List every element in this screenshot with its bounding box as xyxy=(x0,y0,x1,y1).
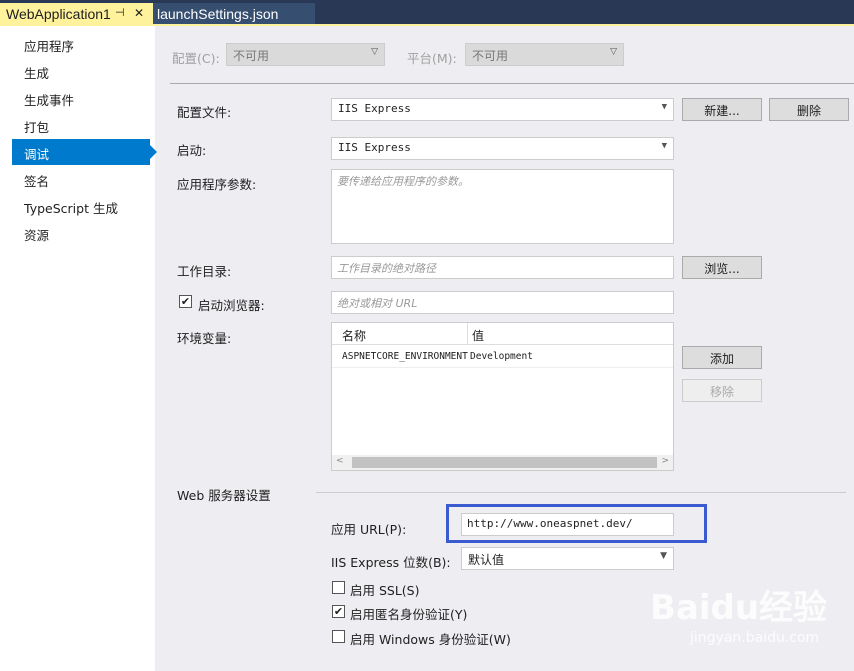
launch-browser-label: 启动浏览器: xyxy=(198,298,265,313)
args-label: 应用程序参数: xyxy=(177,177,257,192)
add-env-button[interactable]: 添加 xyxy=(682,346,762,369)
launch-label: 启动: xyxy=(177,143,207,158)
ssl-label: 启用 SSL(S) xyxy=(350,583,420,598)
profile-label: 配置文件: xyxy=(177,105,232,120)
tab-launchsettings[interactable]: launchSettings.json xyxy=(153,3,315,25)
sidebar-item-package[interactable]: 打包 xyxy=(12,112,150,138)
config-value: 不可用 xyxy=(233,49,270,63)
anon-auth-checkbox[interactable]: ✔ xyxy=(332,605,345,618)
cell-value: Development xyxy=(470,351,533,362)
config-label: 配置(C): xyxy=(172,51,220,66)
profile-select[interactable]: IIS Express ▼ xyxy=(331,98,674,121)
table-header: 名称 值 xyxy=(332,323,673,345)
sidebar-item-signing[interactable]: 签名 xyxy=(12,166,150,192)
web-section-title: Web 服务器设置 xyxy=(177,488,271,503)
section-divider xyxy=(316,492,846,493)
chevron-down-icon: ▼ xyxy=(661,102,667,112)
horizontal-scrollbar[interactable]: < > xyxy=(332,455,673,470)
profile-value: IIS Express xyxy=(338,102,411,115)
ssl-checkbox[interactable] xyxy=(332,581,345,594)
watermark-url: jingyan.baidu.com xyxy=(690,630,820,646)
chevron-down-icon: ▽ xyxy=(610,47,617,57)
env-label: 环境变量: xyxy=(177,331,232,346)
sidebar-item-debug[interactable]: 调试 xyxy=(12,139,157,165)
launch-browser-checkbox[interactable]: ✔ xyxy=(179,295,192,308)
bits-value: 默认值 xyxy=(468,553,505,567)
browse-button[interactable]: 浏览... xyxy=(682,256,762,279)
launch-value: IIS Express xyxy=(338,141,411,154)
tab-webapplication1[interactable]: WebApplication1 ⊣ ✕ xyxy=(0,3,153,25)
sidebar-item-resources[interactable]: 资源 xyxy=(12,220,150,246)
windows-auth-checkbox[interactable] xyxy=(332,630,345,643)
app-url-input[interactable]: http://www.oneaspnet.dev/ xyxy=(461,513,674,536)
launch-select[interactable]: IIS Express ▼ xyxy=(331,137,674,160)
divider xyxy=(170,83,854,84)
sidebar: 应用程序 生成 生成事件 打包 调试 签名 TypeScript 生成 资源 xyxy=(0,26,157,671)
platform-select: 不可用 ▽ xyxy=(465,43,624,66)
sidebar-item-typescript[interactable]: TypeScript 生成 xyxy=(12,193,150,219)
delete-profile-button[interactable]: 删除 xyxy=(769,98,849,121)
platform-label: 平台(M): xyxy=(407,51,457,66)
bits-select[interactable]: 默认值 ▼ xyxy=(461,547,674,570)
browser-url-input[interactable]: 绝对或相对 URL xyxy=(331,291,674,314)
anon-auth-label: 启用匿名身份验证(Y) xyxy=(350,607,468,622)
table-row[interactable]: ASPNETCORE_ENVIRONMENT Development xyxy=(332,346,673,368)
scrollbar-thumb[interactable] xyxy=(352,457,657,468)
env-table: 名称 值 ASPNETCORE_ENVIRONMENT Development … xyxy=(331,322,674,471)
cell-name: ASPNETCORE_ENVIRONMENT xyxy=(342,351,468,362)
sidebar-item-build-events[interactable]: 生成事件 xyxy=(12,85,150,111)
close-icon[interactable]: ✕ xyxy=(134,6,144,20)
config-select: 不可用 ▽ xyxy=(226,43,385,66)
header-name: 名称 xyxy=(342,329,367,343)
watermark-logo: Baidu经验 xyxy=(650,588,828,628)
chevron-down-icon: ▽ xyxy=(371,47,378,57)
app-url-label: 应用 URL(P): xyxy=(331,522,407,537)
remove-env-button: 移除 xyxy=(682,379,762,402)
windows-auth-label: 启用 Windows 身份验证(W) xyxy=(350,632,511,647)
chevron-down-icon: ▼ xyxy=(660,551,667,561)
platform-value: 不可用 xyxy=(472,49,509,63)
chevron-down-icon: ▼ xyxy=(661,141,667,151)
workdir-input[interactable]: 工作目录的绝对路径 xyxy=(331,256,674,279)
sidebar-item-application[interactable]: 应用程序 xyxy=(12,31,150,57)
bits-label: IIS Express 位数(B): xyxy=(331,555,451,570)
tab-label: WebApplication1 xyxy=(6,6,111,22)
workdir-label: 工作目录: xyxy=(177,264,232,279)
new-profile-button[interactable]: 新建... xyxy=(682,98,762,121)
sidebar-item-build[interactable]: 生成 xyxy=(12,58,150,84)
pin-icon[interactable]: ⊣ xyxy=(115,6,125,19)
args-textarea[interactable]: 要传递给应用程序的参数。 xyxy=(331,169,674,244)
header-value: 值 xyxy=(472,329,485,343)
